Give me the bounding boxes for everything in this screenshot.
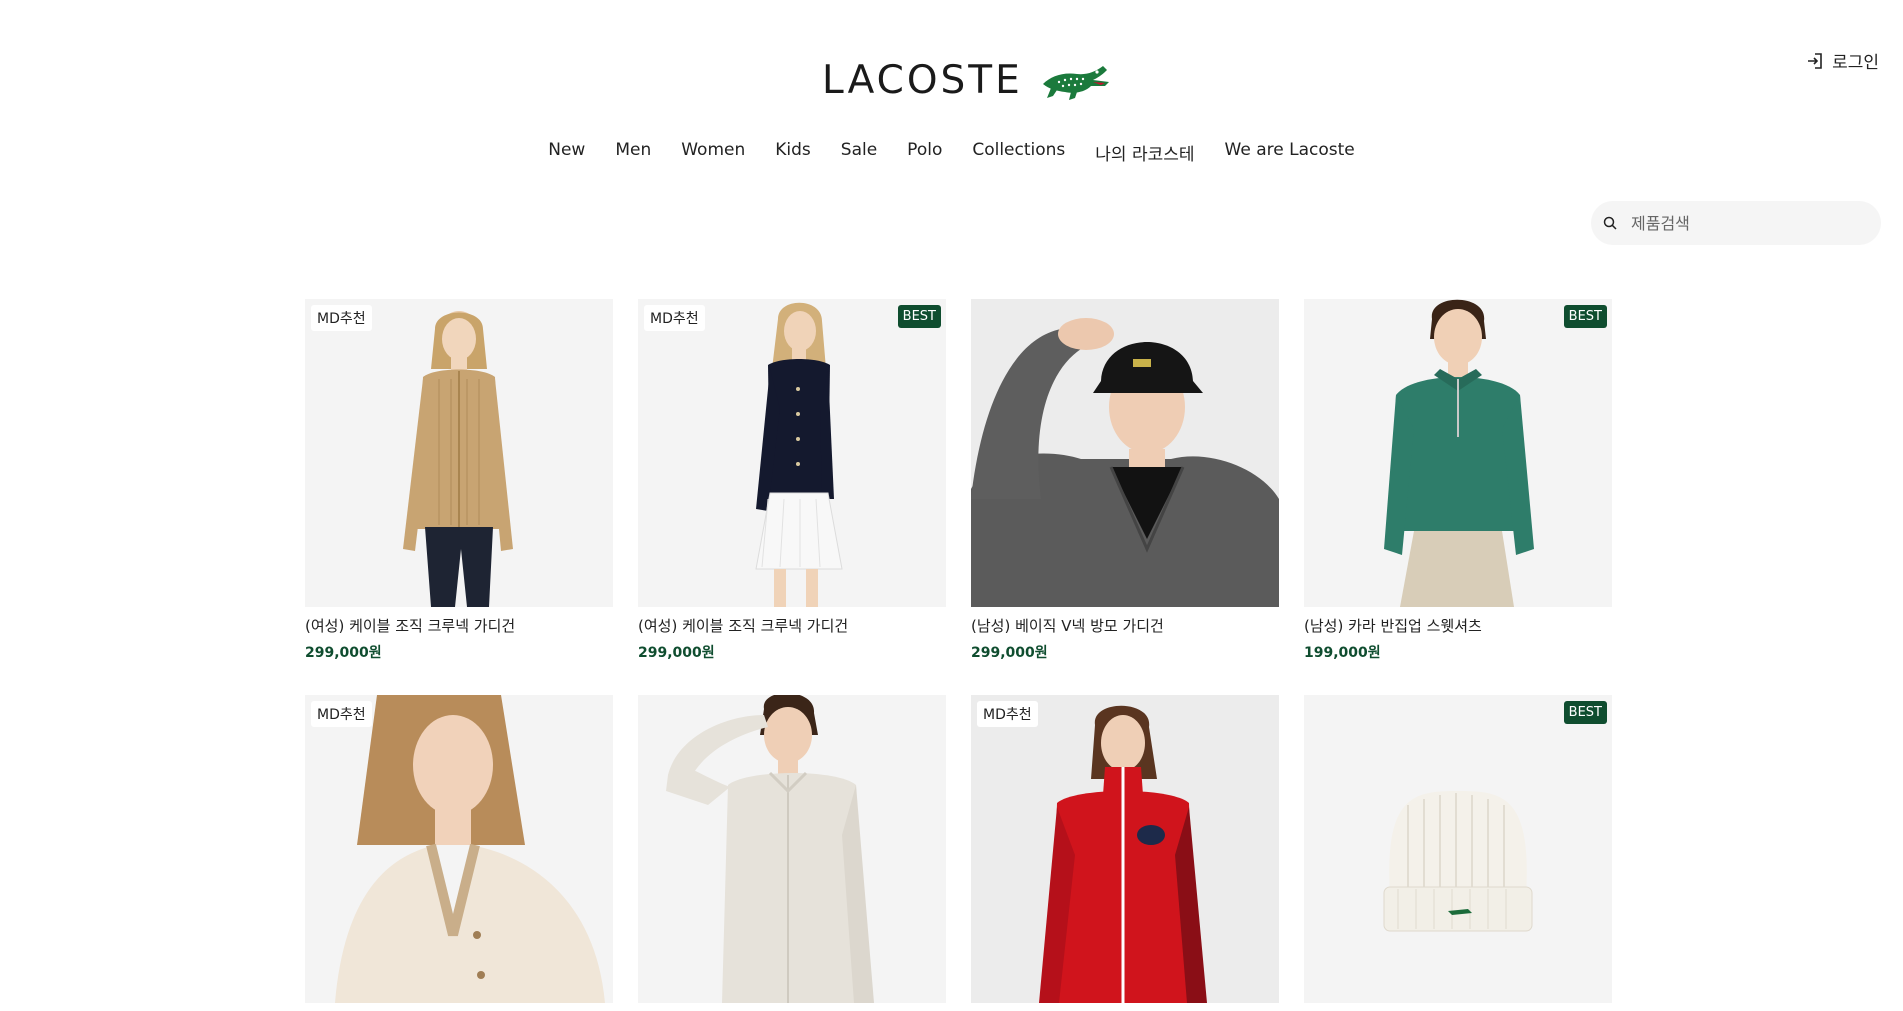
main-navigation: New Men Women Kids Sale Polo Collections… <box>0 140 1903 165</box>
product-image <box>971 299 1279 607</box>
product-name: (남성) 베이직 V넥 방모 가디건 <box>971 617 1164 635</box>
product-card[interactable]: BEST <box>1304 695 1612 1011</box>
product-photo <box>1384 299 1534 607</box>
search-icon <box>1603 216 1617 230</box>
login-button[interactable]: 로그인 <box>1806 48 1879 73</box>
md-pick-badge: MD추천 <box>311 305 372 331</box>
product-price: 199,000원 <box>1304 645 1381 661</box>
product-image: BEST <box>1304 299 1612 607</box>
logo-text: LACOSTE <box>822 57 1023 103</box>
nav-item-we-are-lacoste[interactable]: We are Lacoste <box>1225 140 1355 165</box>
md-pick-badge: MD추천 <box>644 305 705 331</box>
product-image: BEST <box>1304 695 1612 1003</box>
search-input[interactable] <box>1629 212 1853 234</box>
product-image <box>638 695 946 1003</box>
product-photo <box>755 302 843 607</box>
product-photo <box>335 695 605 1003</box>
nav-item-polo[interactable]: Polo <box>907 140 942 165</box>
product-price: 299,000원 <box>971 645 1048 661</box>
nav-item-my-lacoste[interactable]: 나의 라코스테 <box>1095 140 1194 165</box>
product-name: (여성) 케이블 조직 크루넥 가디건 <box>305 617 516 635</box>
product-card[interactable] <box>638 695 946 1011</box>
product-image: MD추천 <box>971 695 1279 1003</box>
nav-item-new[interactable]: New <box>548 140 585 165</box>
product-grid: MD추천 (여성) 케이블 조직 크루넥 가디건 299,000원 MD추천 B… <box>305 299 1612 1011</box>
product-price: 299,000원 <box>305 645 382 661</box>
search-box <box>1591 201 1881 245</box>
product-photo <box>971 318 1279 607</box>
crocodile-logo-icon <box>1042 66 1109 100</box>
login-icon <box>1808 52 1822 69</box>
product-card[interactable]: MD추천 <box>971 695 1279 1011</box>
best-badge: BEST <box>1563 701 1607 724</box>
best-badge: BEST <box>1563 305 1607 328</box>
product-photo <box>403 311 513 607</box>
product-image: MD추천 <box>305 695 613 1003</box>
best-badge: BEST <box>897 305 941 328</box>
nav-item-women[interactable]: Women <box>681 140 745 165</box>
nav-item-men[interactable]: Men <box>615 140 651 165</box>
login-label: 로그인 <box>1832 53 1879 73</box>
product-photo <box>1383 791 1533 932</box>
md-pick-badge: MD추천 <box>977 701 1038 727</box>
product-card[interactable]: BEST (남성) 카라 반집업 스웻셔츠 199,000원 <box>1304 299 1612 662</box>
product-photo <box>666 695 874 1003</box>
brand-logo[interactable]: LACOSTE <box>822 52 1111 108</box>
product-image: MD추천 <box>305 299 613 607</box>
product-card[interactable]: MD추천 BEST (여성) 케이블 조직 크루넥 가디건 299,000원 <box>638 299 946 662</box>
product-card[interactable]: (남성) 베이직 V넥 방모 가디건 299,000원 <box>971 299 1279 662</box>
nav-item-kids[interactable]: Kids <box>775 140 811 165</box>
product-card[interactable]: MD추천 (여성) 케이블 조직 크루넥 가디건 299,000원 <box>305 299 613 662</box>
nav-item-collections[interactable]: Collections <box>972 140 1065 165</box>
nav-item-sale[interactable]: Sale <box>841 140 877 165</box>
product-name: (남성) 카라 반집업 스웻셔츠 <box>1304 617 1482 635</box>
product-photo <box>1039 705 1207 1003</box>
product-price: 299,000원 <box>638 645 715 661</box>
md-pick-badge: MD추천 <box>311 701 372 727</box>
product-image: MD추천 BEST <box>638 299 946 607</box>
product-card[interactable]: MD추천 <box>305 695 613 1011</box>
product-name: (여성) 케이블 조직 크루넥 가디건 <box>638 617 849 635</box>
